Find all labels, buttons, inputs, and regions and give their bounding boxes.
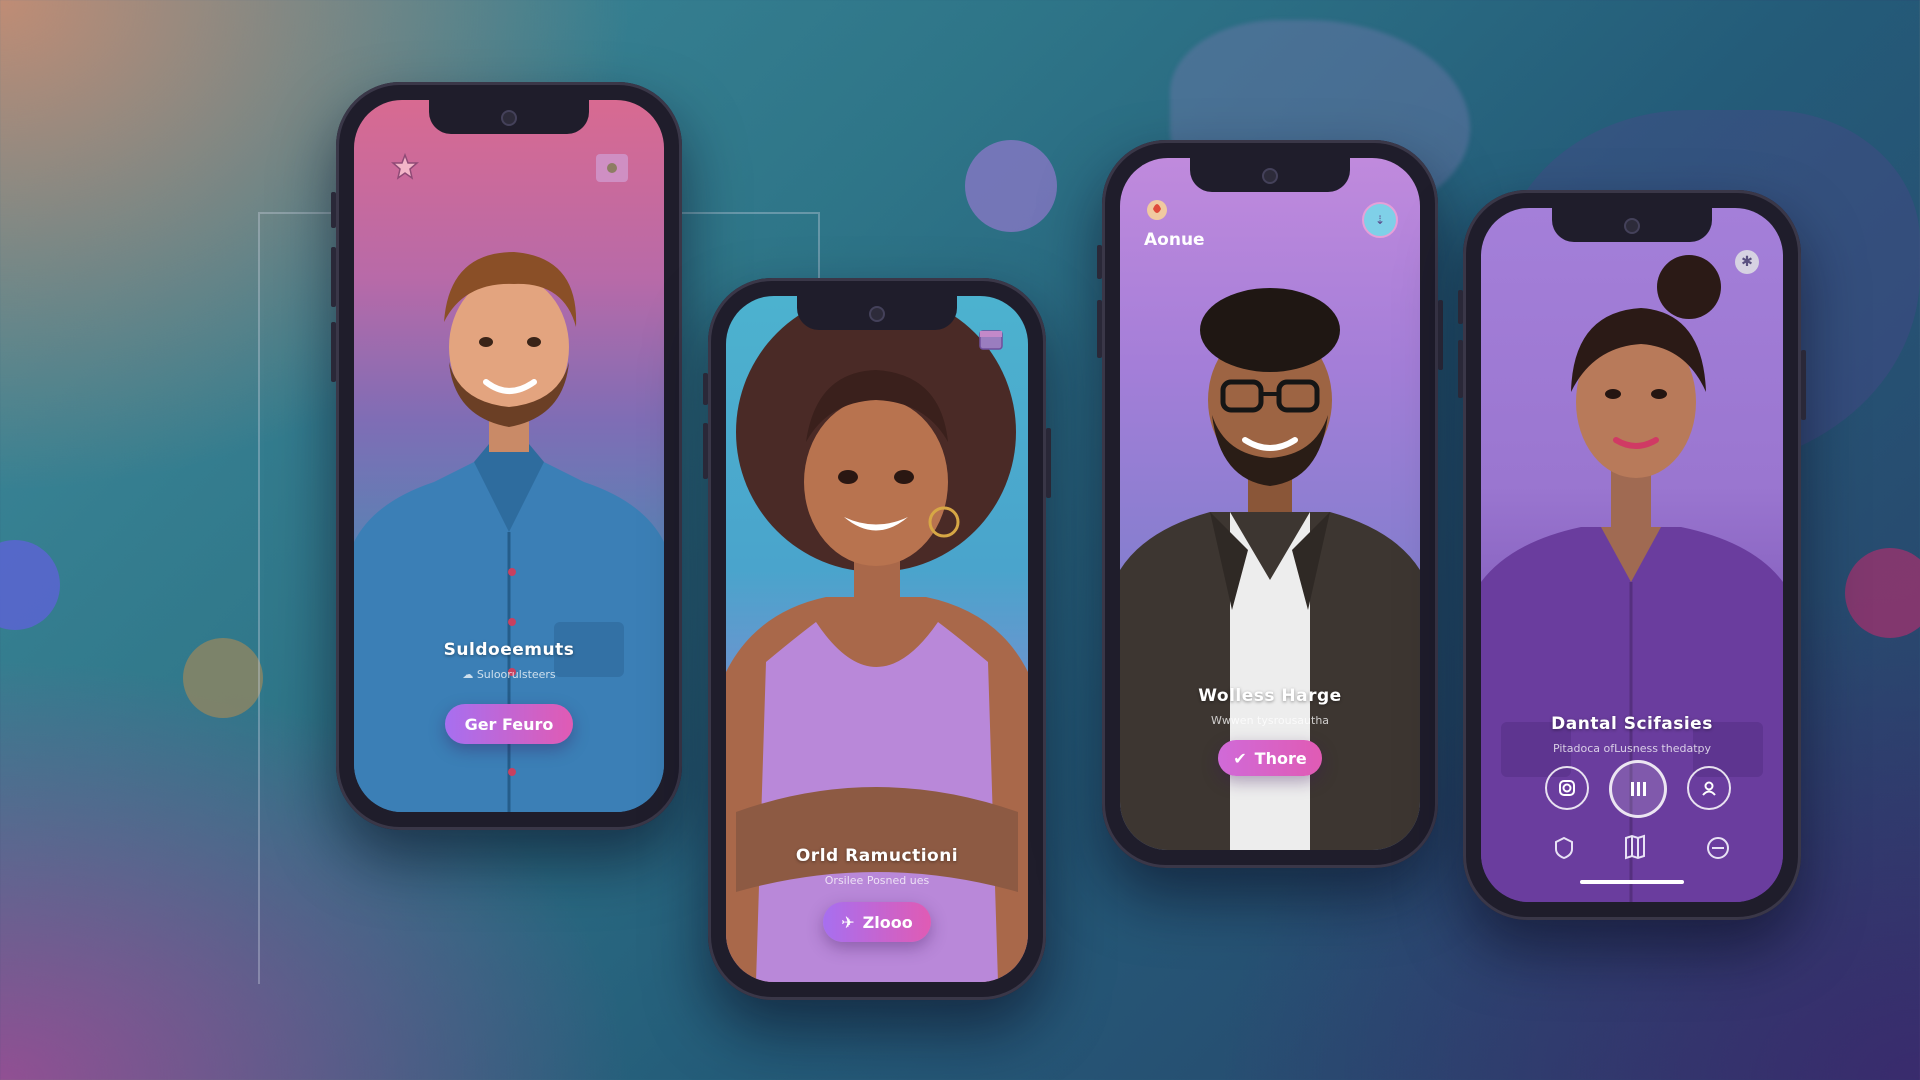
camera-icon[interactable] [1545,766,1589,810]
phone-side-button [1097,245,1102,279]
profile-name: Suldoeemuts [443,640,575,660]
action-button-label: Zlooo [862,912,913,932]
phone-side-button [1801,350,1806,420]
phone-mockup-4: ✱ Dantal Scifasies Pitadoca ofLusness th… [1458,190,1806,920]
share-button-label: Thore [1254,748,1307,768]
star-badge-icon[interactable] [390,152,420,182]
phone-screen: Aonue ⇣ Wolless Harge Wwwen tysrousautha… [1120,158,1420,850]
get-button[interactable]: Ger Feuro [445,704,573,744]
profile-name: Wolless Harge [1198,686,1342,706]
profile-subtitle: ☁ Suloorulsteers [354,668,664,681]
front-camera-icon [1262,168,1278,184]
sparkle-icon: ✈ [841,912,855,932]
settings-icon[interactable]: ✱ [1735,250,1759,274]
phone-screen: Suldoeemuts ☁ Suloorulsteers Ger Feuro [354,100,664,812]
phone-side-button [1097,300,1102,358]
app-label: Aonue [1144,230,1205,250]
profile-subtitle-text: Suloorulsteers [476,668,556,681]
home-indicator[interactable] [1580,880,1684,884]
phone-side-button [1046,428,1051,498]
front-camera-icon [1624,218,1640,234]
map-icon[interactable] [1623,834,1647,864]
background-circle-blue [0,540,60,630]
profile-name: Orld Ramuctioni [795,846,959,866]
phone-side-button [331,247,336,307]
profile-subtitle: Wwwen tysrousautha [1210,714,1330,727]
background-frame-line-mid [680,212,820,284]
phone-screen: Orld Ramuctioni Orsilee Posned ues ✈ Zlo… [726,296,1028,982]
pause-icon[interactable] [1609,760,1667,818]
phone-mockup-3: Aonue ⇣ Wolless Harge Wwwen tysrousautha… [1097,140,1443,868]
phone-side-button [331,192,336,228]
background-circle-lavender [965,140,1057,232]
phone-side-button [1458,290,1463,324]
action-button[interactable]: ✈ Zlooo [823,902,931,942]
phone-mockup-1: Suldoeemuts ☁ Suloorulsteers Ger Feuro [331,82,682,830]
phone-side-button [331,322,336,382]
phone-side-button [703,373,708,405]
round-badge-icon[interactable]: ⇣ [1362,202,1398,238]
check-icon: ✔ [1233,748,1247,768]
profile-subtitle: Orsilee Posned ues [824,874,930,887]
menu-icon[interactable] [1705,836,1731,864]
profile-icon[interactable] [1687,766,1731,810]
calendar-badge-icon[interactable] [976,324,1006,354]
phone-mockup-2: Orld Ramuctioni Orsilee Posned ues ✈ Zlo… [703,278,1051,1000]
square-badge-icon[interactable] [596,154,628,182]
profile-name: Dantal Scifasies [1551,714,1713,734]
phone-side-button [1458,340,1463,398]
phone-side-button [1438,300,1443,370]
get-button-label: Ger Feuro [464,714,554,734]
background-circle-olive [183,638,263,718]
front-camera-icon [501,110,517,126]
share-button[interactable]: ✔ Thore [1218,740,1322,776]
profile-subtitle: Pitadoca ofLusness thedatpy [1552,742,1712,755]
background-circle-magenta [1845,548,1920,638]
cloud-icon: ☁ [462,668,474,681]
phone-screen: ✱ Dantal Scifasies Pitadoca ofLusness th… [1481,208,1783,902]
shield-icon[interactable] [1553,836,1575,864]
phone-side-button [703,423,708,479]
front-camera-icon [869,306,885,322]
fire-badge-icon[interactable] [1142,194,1172,224]
